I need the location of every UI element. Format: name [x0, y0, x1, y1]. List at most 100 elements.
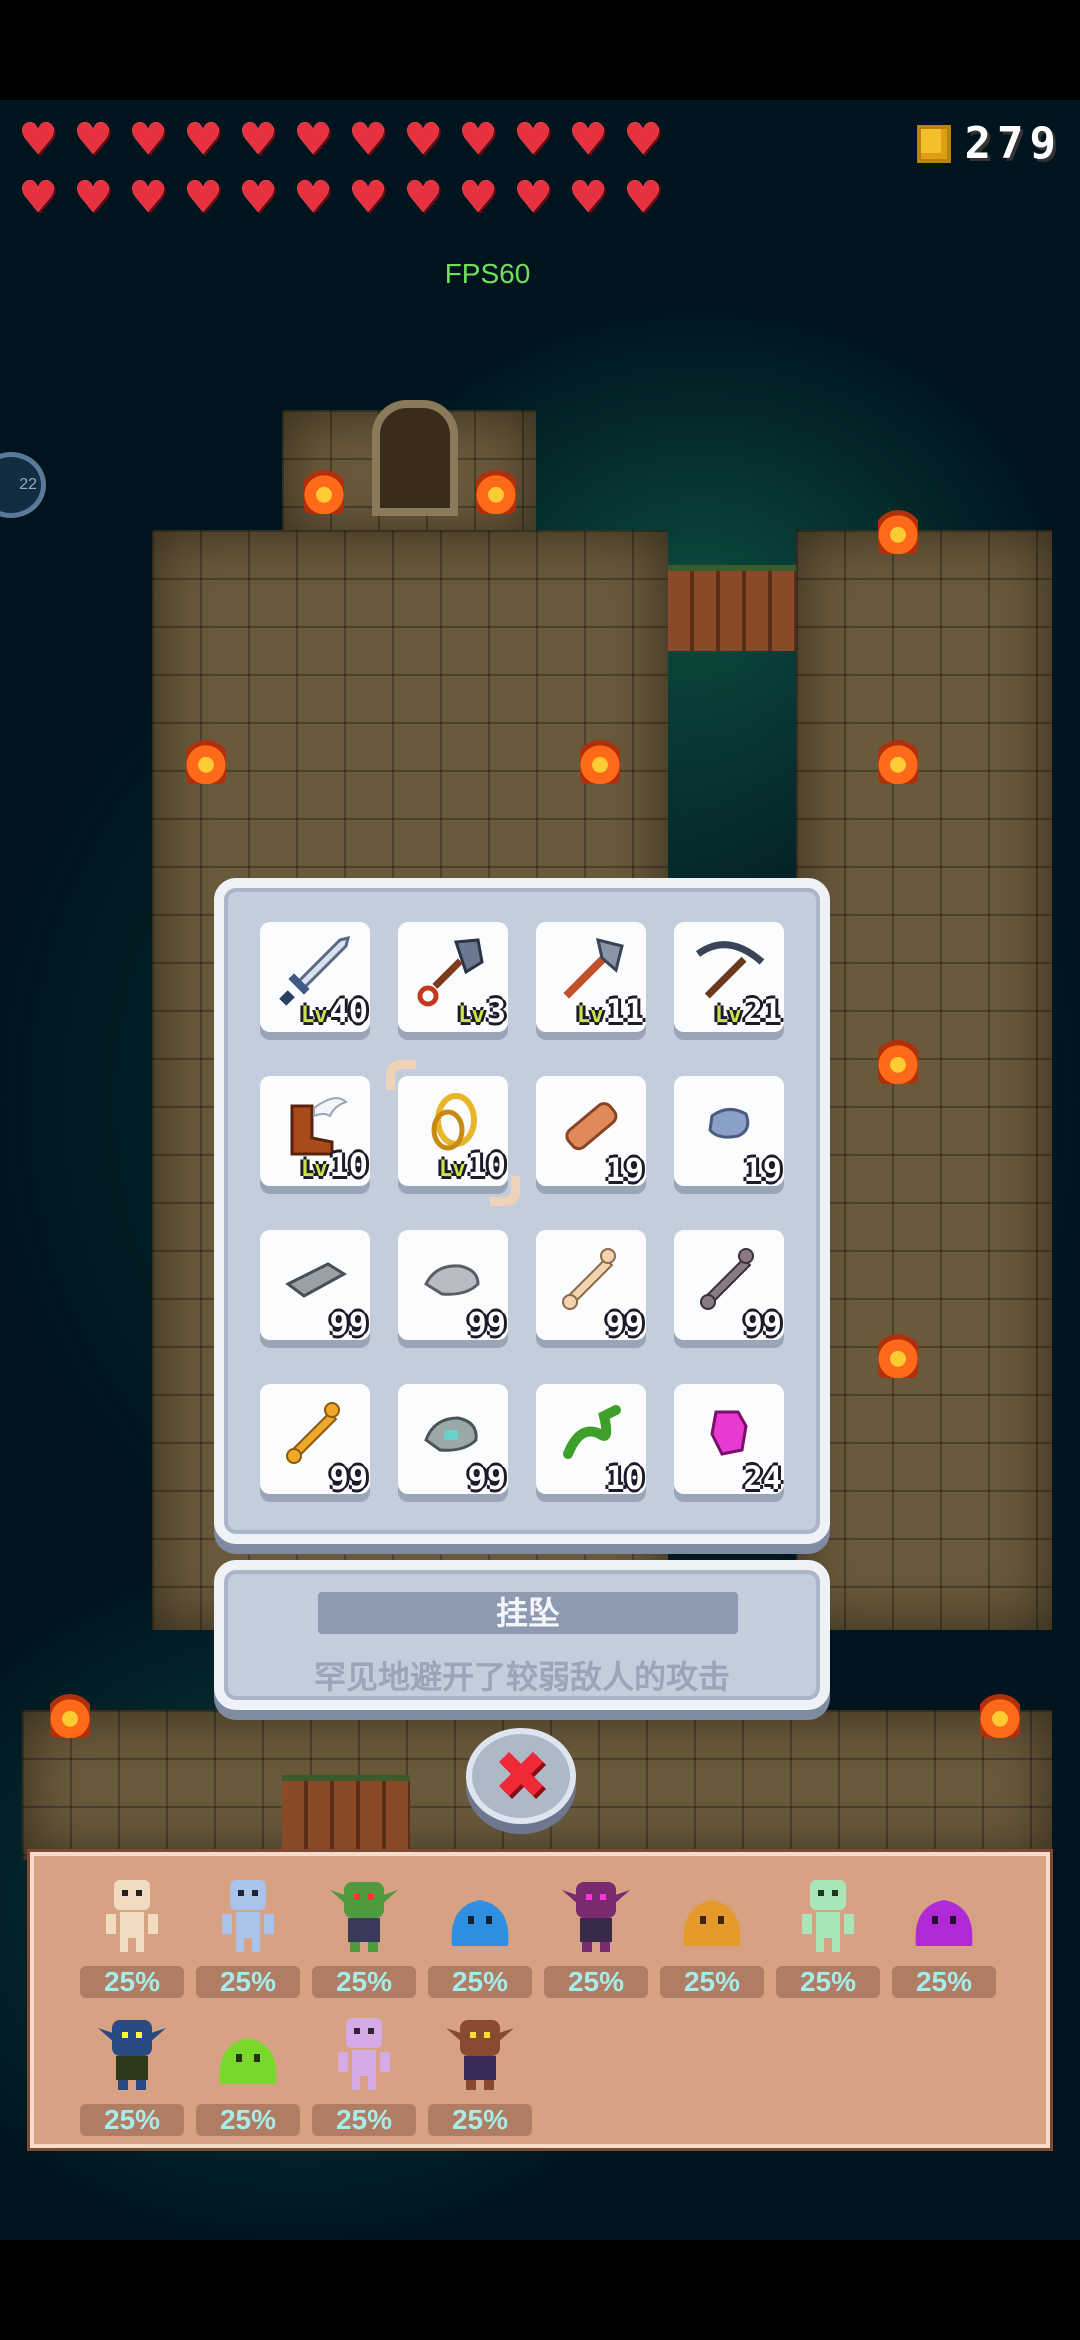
drop-rate: 25%	[892, 1966, 996, 1998]
monster-blue-slime: 25%	[428, 1870, 532, 1998]
monster-orange-slime: 25%	[660, 1870, 764, 1998]
heart-icon: ♥	[128, 114, 168, 165]
torch-icon	[878, 506, 918, 554]
heart-icon: ♥	[623, 114, 663, 165]
inventory-slot-shovel[interactable]: Lv3	[398, 922, 508, 1032]
item-count: 19	[605, 1151, 644, 1189]
torch-icon	[476, 466, 516, 514]
inventory-slot-gem-ore[interactable]: 99	[398, 1384, 508, 1494]
skeleton-icon	[222, 1880, 274, 1952]
drop-rate: 25%	[80, 1966, 184, 1998]
item-count: 99	[467, 1459, 506, 1497]
fps-counter: FPS60	[444, 258, 531, 289]
torch-icon	[980, 1690, 1020, 1738]
health-hearts: ♥ ♥ ♥ ♥ ♥ ♥ ♥ ♥ ♥ ♥ ♥ ♥ ♥ ♥ ♥ ♥ ♥ ♥ ♥ ♥ …	[16, 118, 676, 234]
goblin-icon	[330, 1882, 398, 1952]
close-button[interactable]: ✖	[466, 1728, 576, 1824]
drop-rate: 25%	[776, 1966, 880, 1998]
slime-icon	[683, 1900, 741, 1946]
monster-green-goblin: 25%	[312, 1870, 416, 1998]
inventory-grid: Lv40 Lv3 Lv11 Lv21 Lv10 Lv10 19 19 99 99…	[260, 922, 784, 1494]
torch-icon	[580, 736, 620, 784]
monster-grid: 25% 25% 25% 25% 25% 25% 25% 25% 25% 25% …	[80, 1870, 996, 2136]
item-level: Lv10	[438, 1146, 506, 1184]
heart-icon: ♥	[403, 114, 443, 165]
item-count: 10	[605, 1459, 644, 1497]
heart-icon: ♥	[513, 114, 553, 165]
item-description-text: 罕见地避开了较弱敌人的攻击	[313, 1659, 730, 1695]
heart-icon: ♥	[458, 114, 498, 165]
coin-icon	[916, 124, 951, 163]
item-level: Lv3	[458, 992, 506, 1030]
inventory-slot-pink-gem[interactable]: 24	[674, 1384, 784, 1494]
inventory-slot-axe[interactable]: Lv11	[536, 922, 646, 1032]
torch-icon	[878, 1330, 918, 1378]
close-icon: ✖	[493, 1737, 549, 1814]
drop-rate: 25%	[196, 1966, 300, 1998]
item-level: Lv11	[576, 992, 644, 1030]
inventory-slot-iron-ingot[interactable]: 99	[260, 1230, 370, 1340]
monster-purple-slime: 25%	[892, 1870, 996, 1998]
monster-mint-skeleton: 25%	[776, 1870, 880, 1998]
heart-row: ♥ ♥ ♥ ♥ ♥ ♥ ♥ ♥ ♥ ♥ ♥ ♥	[16, 118, 676, 166]
item-count: 99	[743, 1305, 782, 1343]
goblin-icon	[98, 2020, 166, 2090]
torch-icon	[186, 736, 226, 784]
inventory-slot-sword[interactable]: Lv40	[260, 922, 370, 1032]
inventory-slot-pickaxe[interactable]: Lv21	[674, 922, 784, 1032]
inventory-slot-bone[interactable]: 99	[536, 1230, 646, 1340]
heart-icon: ♥	[348, 114, 388, 165]
heart-row: ♥ ♥ ♥ ♥ ♥ ♥ ♥ ♥ ♥ ♥ ♥ ♥	[16, 176, 676, 224]
heart-icon: ♥	[513, 172, 553, 223]
item-count: 24	[743, 1459, 782, 1497]
item-count: 99	[329, 1305, 368, 1343]
inventory-panel: Lv40 Lv3 Lv11 Lv21 Lv10 Lv10 19 19 99 99…	[214, 878, 830, 1544]
inventory-slot-wood-log[interactable]: 19	[536, 1076, 646, 1186]
inventory-slot-winged-boots[interactable]: Lv10	[260, 1076, 370, 1186]
inventory-slot-gold-bone[interactable]: 99	[260, 1384, 370, 1494]
heart-icon: ♥	[568, 114, 608, 165]
heart-icon: ♥	[183, 172, 223, 223]
skeleton-icon	[106, 1880, 158, 1952]
drop-rate: 25%	[660, 1966, 764, 1998]
heart-icon: ♥	[18, 114, 58, 165]
monster-purple-goblin: 25%	[544, 1870, 648, 1998]
heart-icon: ♥	[18, 172, 58, 223]
monster-bone-skeleton: 25%	[80, 1870, 184, 1998]
torch-icon	[878, 1036, 918, 1084]
heart-icon: ♥	[623, 172, 663, 223]
item-count: 99	[329, 1459, 368, 1497]
drop-rate: 25%	[428, 1966, 532, 1998]
drop-rate: 25%	[312, 2104, 416, 2136]
heart-icon: ♥	[458, 172, 498, 223]
torch-icon	[304, 466, 344, 514]
inventory-slot-green-worm[interactable]: 10	[536, 1384, 646, 1494]
monster-navy-goblin: 25%	[80, 2008, 184, 2136]
heart-icon: ♥	[128, 172, 168, 223]
torch-icon	[878, 736, 918, 784]
heart-icon: ♥	[293, 172, 333, 223]
drop-rate: 25%	[428, 2104, 532, 2136]
item-level: Lv21	[714, 992, 782, 1030]
heart-icon: ♥	[183, 114, 223, 165]
inventory-slot-dark-bone[interactable]: 99	[674, 1230, 784, 1340]
monster-drop-panel: 25% 25% 25% 25% 25% 25% 25% 25% 25% 25% …	[30, 1852, 1050, 2148]
item-count: 99	[467, 1305, 506, 1343]
heart-icon: ♥	[403, 172, 443, 223]
item-level: Lv40	[300, 992, 368, 1030]
inventory-slot-stone[interactable]: 19	[674, 1076, 784, 1186]
monster-lilac-skeleton: 25%	[312, 2008, 416, 2136]
inventory-slot-silver-ore[interactable]: 99	[398, 1230, 508, 1340]
goblin-icon	[562, 1882, 630, 1952]
heart-icon: ♥	[73, 172, 113, 223]
item-description-panel: 挂坠 罕见地避开了较弱敌人的攻击	[214, 1560, 830, 1710]
dungeon-room-right	[796, 530, 1052, 1630]
monster-brown-goblin: 25%	[428, 2008, 532, 2136]
skeleton-icon	[802, 1880, 854, 1952]
drop-rate: 25%	[196, 2104, 300, 2136]
wooden-bridge	[668, 565, 796, 651]
inventory-slot-pendant[interactable]: Lv10	[386, 1060, 520, 1206]
drop-rate: 25%	[312, 1966, 416, 1998]
heart-icon: ♥	[238, 114, 278, 165]
heart-icon: ♥	[348, 172, 388, 223]
